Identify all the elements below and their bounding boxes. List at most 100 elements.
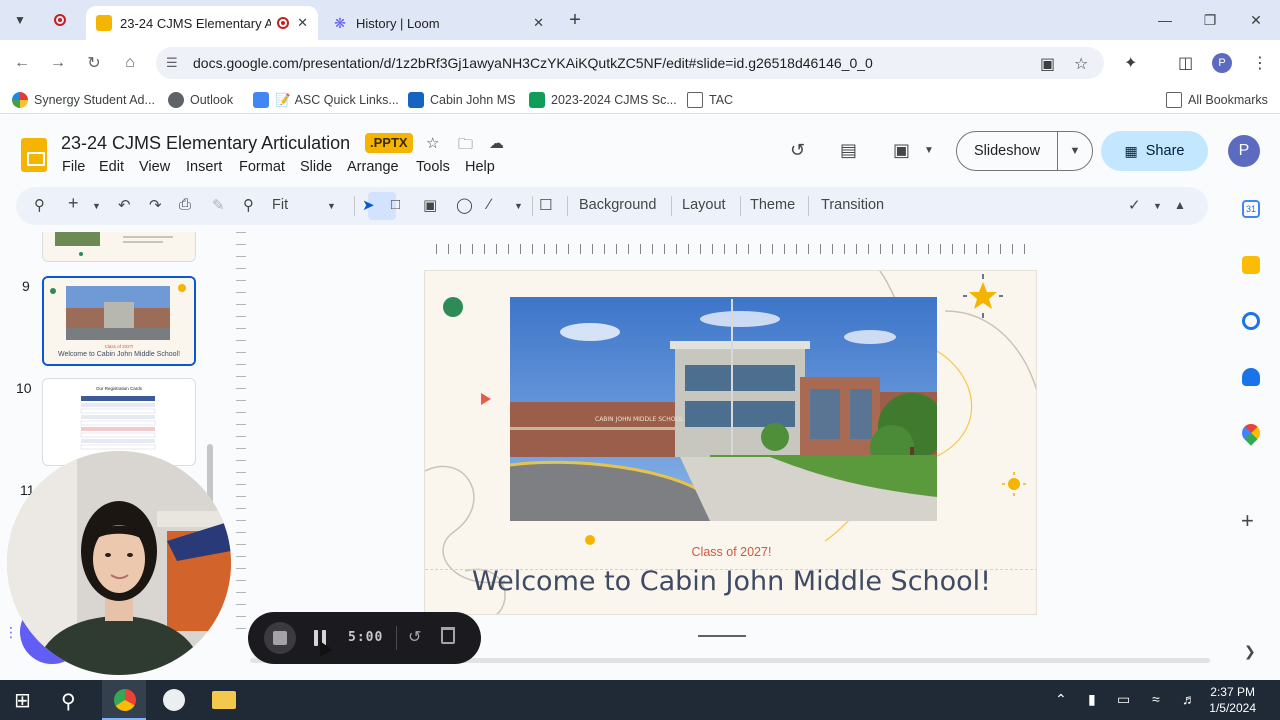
bookmark-star-icon[interactable]: ☆ — [1074, 54, 1088, 74]
current-slide[interactable]: CABIN JOHN MIDDLE SCHOOL Class of 2027! … — [424, 270, 1037, 615]
meet-icon[interactable]: ▣ — [893, 140, 910, 161]
paint-format-icon[interactable]: ✎ — [212, 196, 225, 214]
close-window-icon[interactable]: ✕ — [1236, 8, 1276, 32]
star-icon[interactable]: ☆ — [426, 134, 439, 152]
bookmark-synergy[interactable]: Synergy Student Ad... — [12, 92, 155, 108]
menu-slide[interactable]: Slide — [300, 159, 332, 175]
print-icon[interactable]: ⎙ — [179, 196, 191, 213]
share-button[interactable]: ▦ Share — [1101, 131, 1208, 171]
menu-arrange[interactable]: Arrange — [347, 159, 399, 175]
menu-format[interactable]: Format — [239, 159, 285, 175]
tasks-icon[interactable] — [1242, 312, 1260, 330]
theme-button[interactable]: Theme — [750, 197, 795, 213]
extensions-icon[interactable]: ✦ — [1124, 53, 1137, 73]
select-tool-icon[interactable]: ➤ — [362, 196, 375, 214]
background-button[interactable]: Background — [579, 197, 656, 213]
menu-tools[interactable]: Tools — [416, 159, 450, 175]
delete-recording-icon[interactable] — [441, 627, 455, 644]
slide-thumbnail-8[interactable] — [42, 232, 196, 262]
search-icon[interactable]: ⚲ — [61, 689, 76, 714]
bookmark-cabin-john[interactable]: Cabin John MS — [408, 92, 515, 108]
minimize-icon[interactable]: — — [1145, 8, 1185, 32]
line-dropdown-icon[interactable]: ▼ — [514, 201, 523, 211]
zoom-select[interactable]: Fit — [272, 197, 288, 213]
pen-dropdown-icon[interactable]: ▼ — [1153, 201, 1162, 211]
show-hidden-icons[interactable]: ⌃ — [1055, 691, 1067, 708]
move-folder-icon[interactable]: 🗀 — [458, 134, 473, 159]
side-panel-icon[interactable]: ◫ — [1178, 53, 1193, 73]
keep-icon[interactable] — [1242, 256, 1260, 274]
maps-icon[interactable] — [1238, 420, 1264, 446]
restore-icon[interactable]: ❐ — [1190, 8, 1230, 32]
slideshow-dropdown-icon[interactable]: ▼ — [1058, 145, 1092, 157]
wifi-icon[interactable]: ≈ — [1152, 691, 1160, 707]
tab-search-icon[interactable]: ▼ — [8, 8, 32, 32]
pen-tool-icon[interactable]: ✓ — [1128, 196, 1141, 214]
microphone-icon[interactable]: ▮ — [1088, 691, 1096, 708]
reload-icon[interactable]: ↻ — [82, 51, 106, 75]
close-tab-icon[interactable]: ✕ — [297, 15, 308, 31]
restart-recording-icon[interactable]: ↺ — [408, 627, 421, 647]
app-icon[interactable] — [163, 689, 185, 711]
battery-icon[interactable]: ▭ — [1117, 691, 1130, 708]
forward-icon[interactable]: → — [46, 51, 70, 75]
account-avatar[interactable]: P — [1228, 135, 1260, 167]
transition-button[interactable]: Transition — [821, 197, 884, 213]
address-bar[interactable]: ☰ docs.google.com/presentation/d/1z2bRf3… — [156, 47, 1104, 79]
volume-icon[interactable]: ♬ — [1182, 691, 1196, 707]
menu-help[interactable]: Help — [465, 159, 495, 175]
version-history-icon[interactable]: ↺ — [790, 140, 805, 161]
speaker-notes-handle[interactable] — [698, 635, 746, 637]
undo-icon[interactable]: ↶ — [118, 196, 131, 214]
chevron-right-icon[interactable]: ❯ — [1244, 643, 1256, 660]
menu-view[interactable]: View — [139, 159, 170, 175]
meet-dropdown-icon[interactable]: ▼ — [924, 145, 934, 156]
add-comment-icon[interactable]: ☐ — [539, 196, 552, 214]
contacts-icon[interactable] — [1242, 368, 1260, 386]
slideshow-button[interactable]: Slideshow ▼ — [956, 131, 1093, 171]
menu-file[interactable]: File — [62, 159, 85, 175]
chrome-taskbar-button[interactable] — [102, 680, 146, 720]
browser-menu-icon[interactable]: ⋮ — [1252, 53, 1268, 73]
line-icon[interactable]: ∕ — [488, 196, 491, 213]
file-explorer-icon[interactable] — [212, 691, 236, 709]
redo-icon[interactable]: ↷ — [149, 196, 162, 214]
get-addons-icon[interactable]: + — [1241, 508, 1254, 534]
bookmark-asc-quick-links[interactable]: 📝 ASC Quick Links... — [253, 92, 399, 108]
new-tab-button[interactable]: + — [563, 8, 587, 32]
windows-start-icon[interactable]: ⊞ — [14, 688, 31, 713]
slide-thumbnail-9[interactable]: Class of 2027! Welcome to Cabin John Mid… — [42, 276, 196, 366]
camera-icon[interactable]: ▣ — [1040, 54, 1055, 74]
menu-edit[interactable]: Edit — [99, 159, 124, 175]
document-title[interactable]: 23-24 CJMS Elementary Articulation — [61, 133, 350, 154]
search-menus-icon[interactable]: ⚲ — [34, 196, 45, 214]
new-slide-icon[interactable]: + — [68, 193, 79, 214]
zoom-icon[interactable]: ⚲ — [243, 196, 254, 214]
back-icon[interactable]: ← — [10, 51, 34, 75]
calendar-icon[interactable]: 31 — [1242, 200, 1260, 218]
text-box-icon[interactable]: □ — [391, 196, 400, 213]
image-icon[interactable]: ▣ — [423, 196, 437, 214]
comments-icon[interactable]: ▤ — [840, 140, 857, 161]
bookmark-outlook[interactable]: Outlook — [168, 92, 233, 108]
tab-loom[interactable]: ❋ History | Loom ✕ — [322, 6, 554, 40]
browser-profile-avatar[interactable]: P — [1212, 53, 1232, 73]
slide-title[interactable]: Welcome to Cabin John Middle School! — [425, 566, 1036, 597]
school-photo[interactable]: CABIN JOHN MIDDLE SCHOOL — [510, 297, 937, 521]
slide-subtitle[interactable]: Class of 2027! — [425, 545, 1036, 559]
loom-webcam-bubble[interactable] — [7, 451, 231, 675]
close-tab-icon[interactable]: ✕ — [533, 15, 544, 31]
zoom-dropdown-icon[interactable]: ▼ — [327, 201, 336, 211]
system-clock[interactable]: 2:37 PM 1/5/2024 — [1209, 684, 1256, 716]
stop-recording-button[interactable] — [264, 622, 296, 654]
collapse-toolbar-icon[interactable]: ▲ — [1174, 198, 1186, 212]
all-bookmarks[interactable]: All Bookmarks — [1166, 92, 1268, 108]
slides-logo-icon[interactable] — [21, 138, 47, 172]
tab-slides[interactable]: 23-24 CJMS Elementary Articulation ✕ — [86, 6, 318, 40]
site-info-icon[interactable]: ☰ — [166, 55, 178, 71]
layout-button[interactable]: Layout — [682, 197, 726, 213]
shape-icon[interactable]: ◯ — [456, 196, 473, 214]
home-icon[interactable]: ⌂ — [118, 51, 142, 75]
new-slide-dropdown-icon[interactable]: ▼ — [92, 201, 101, 211]
menu-insert[interactable]: Insert — [186, 159, 222, 175]
